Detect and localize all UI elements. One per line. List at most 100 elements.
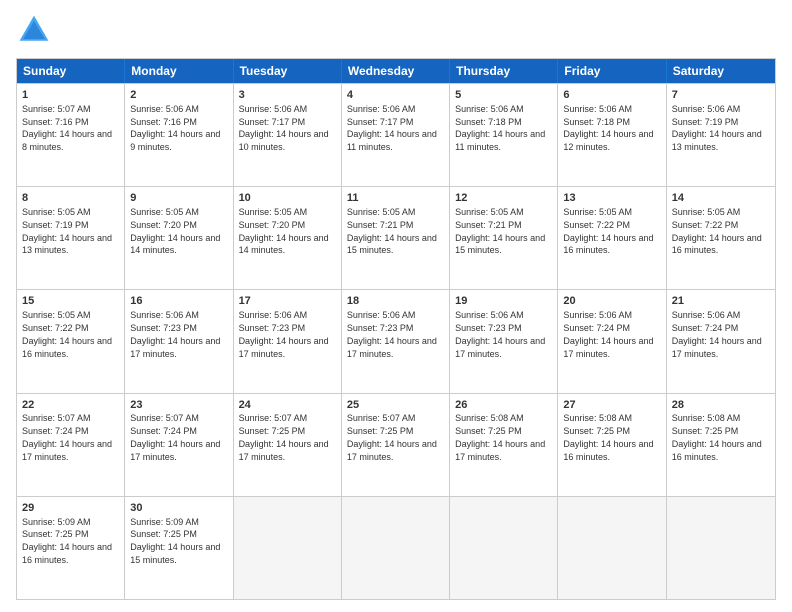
calendar-cell: [342, 497, 450, 599]
cell-info: Sunrise: 5:05 AMSunset: 7:21 PMDaylight:…: [347, 207, 437, 255]
cell-info: Sunrise: 5:06 AMSunset: 7:17 PMDaylight:…: [239, 104, 329, 152]
calendar-cell: 7Sunrise: 5:06 AMSunset: 7:19 PMDaylight…: [667, 84, 775, 186]
calendar-row-1: 8Sunrise: 5:05 AMSunset: 7:19 PMDaylight…: [17, 186, 775, 289]
calendar-cell: 11Sunrise: 5:05 AMSunset: 7:21 PMDayligh…: [342, 187, 450, 289]
calendar-cell: 27Sunrise: 5:08 AMSunset: 7:25 PMDayligh…: [558, 394, 666, 496]
day-number: 4: [347, 88, 444, 103]
calendar-cell: 26Sunrise: 5:08 AMSunset: 7:25 PMDayligh…: [450, 394, 558, 496]
calendar-cell: [558, 497, 666, 599]
calendar-cell: 22Sunrise: 5:07 AMSunset: 7:24 PMDayligh…: [17, 394, 125, 496]
cell-info: Sunrise: 5:05 AMSunset: 7:22 PMDaylight:…: [22, 310, 112, 358]
day-number: 15: [22, 294, 119, 309]
cell-info: Sunrise: 5:07 AMSunset: 7:16 PMDaylight:…: [22, 104, 112, 152]
header-tuesday: Tuesday: [234, 59, 342, 83]
day-number: 23: [130, 398, 227, 413]
calendar-cell: 18Sunrise: 5:06 AMSunset: 7:23 PMDayligh…: [342, 290, 450, 392]
header-thursday: Thursday: [450, 59, 558, 83]
calendar-cell: 20Sunrise: 5:06 AMSunset: 7:24 PMDayligh…: [558, 290, 666, 392]
cell-info: Sunrise: 5:06 AMSunset: 7:19 PMDaylight:…: [672, 104, 762, 152]
calendar-cell: 28Sunrise: 5:08 AMSunset: 7:25 PMDayligh…: [667, 394, 775, 496]
calendar-cell: [450, 497, 558, 599]
header: [16, 12, 776, 48]
calendar: Sunday Monday Tuesday Wednesday Thursday…: [16, 58, 776, 600]
cell-info: Sunrise: 5:06 AMSunset: 7:18 PMDaylight:…: [563, 104, 653, 152]
cell-info: Sunrise: 5:09 AMSunset: 7:25 PMDaylight:…: [130, 517, 220, 565]
calendar-cell: 30Sunrise: 5:09 AMSunset: 7:25 PMDayligh…: [125, 497, 233, 599]
day-number: 21: [672, 294, 770, 309]
cell-info: Sunrise: 5:06 AMSunset: 7:23 PMDaylight:…: [239, 310, 329, 358]
calendar-cell: 16Sunrise: 5:06 AMSunset: 7:23 PMDayligh…: [125, 290, 233, 392]
calendar-cell: 6Sunrise: 5:06 AMSunset: 7:18 PMDaylight…: [558, 84, 666, 186]
calendar-header: Sunday Monday Tuesday Wednesday Thursday…: [17, 59, 775, 83]
day-number: 20: [563, 294, 660, 309]
day-number: 30: [130, 501, 227, 516]
cell-info: Sunrise: 5:05 AMSunset: 7:19 PMDaylight:…: [22, 207, 112, 255]
day-number: 26: [455, 398, 552, 413]
day-number: 13: [563, 191, 660, 206]
cell-info: Sunrise: 5:07 AMSunset: 7:24 PMDaylight:…: [130, 413, 220, 461]
calendar-cell: 10Sunrise: 5:05 AMSunset: 7:20 PMDayligh…: [234, 187, 342, 289]
calendar-cell: 4Sunrise: 5:06 AMSunset: 7:17 PMDaylight…: [342, 84, 450, 186]
day-number: 22: [22, 398, 119, 413]
page: Sunday Monday Tuesday Wednesday Thursday…: [0, 0, 792, 612]
day-number: 3: [239, 88, 336, 103]
day-number: 6: [563, 88, 660, 103]
day-number: 11: [347, 191, 444, 206]
header-wednesday: Wednesday: [342, 59, 450, 83]
day-number: 12: [455, 191, 552, 206]
cell-info: Sunrise: 5:05 AMSunset: 7:20 PMDaylight:…: [130, 207, 220, 255]
cell-info: Sunrise: 5:08 AMSunset: 7:25 PMDaylight:…: [455, 413, 545, 461]
day-number: 28: [672, 398, 770, 413]
cell-info: Sunrise: 5:06 AMSunset: 7:24 PMDaylight:…: [563, 310, 653, 358]
calendar-row-3: 22Sunrise: 5:07 AMSunset: 7:24 PMDayligh…: [17, 393, 775, 496]
header-saturday: Saturday: [667, 59, 775, 83]
calendar-cell: 5Sunrise: 5:06 AMSunset: 7:18 PMDaylight…: [450, 84, 558, 186]
cell-info: Sunrise: 5:08 AMSunset: 7:25 PMDaylight:…: [672, 413, 762, 461]
day-number: 25: [347, 398, 444, 413]
cell-info: Sunrise: 5:07 AMSunset: 7:25 PMDaylight:…: [239, 413, 329, 461]
day-number: 1: [22, 88, 119, 103]
calendar-cell: 17Sunrise: 5:06 AMSunset: 7:23 PMDayligh…: [234, 290, 342, 392]
calendar-cell: 25Sunrise: 5:07 AMSunset: 7:25 PMDayligh…: [342, 394, 450, 496]
cell-info: Sunrise: 5:07 AMSunset: 7:24 PMDaylight:…: [22, 413, 112, 461]
header-sunday: Sunday: [17, 59, 125, 83]
calendar-row-4: 29 Sunrise: 5:09 AMSunset: 7:25 PMDayligh…: [17, 496, 775, 599]
calendar-cell: [667, 497, 775, 599]
day-number: 17: [239, 294, 336, 309]
calendar-cell: 21Sunrise: 5:06 AMSunset: 7:24 PMDayligh…: [667, 290, 775, 392]
day-number: 18: [347, 294, 444, 309]
header-friday: Friday: [558, 59, 666, 83]
cell-info: Sunrise: 5:05 AMSunset: 7:22 PMDaylight:…: [672, 207, 762, 255]
cell-info: Sunrise: 5:05 AMSunset: 7:22 PMDaylight:…: [563, 207, 653, 255]
calendar-cell: 23Sunrise: 5:07 AMSunset: 7:24 PMDayligh…: [125, 394, 233, 496]
day-number: 29: [22, 501, 119, 516]
calendar-cell: 2Sunrise: 5:06 AMSunset: 7:16 PMDaylight…: [125, 84, 233, 186]
calendar-cell: 12Sunrise: 5:05 AMSunset: 7:21 PMDayligh…: [450, 187, 558, 289]
calendar-cell: 14Sunrise: 5:05 AMSunset: 7:22 PMDayligh…: [667, 187, 775, 289]
day-number: 8: [22, 191, 119, 206]
cell-info: Sunrise: 5:08 AMSunset: 7:25 PMDaylight:…: [563, 413, 653, 461]
day-number: 16: [130, 294, 227, 309]
calendar-cell: 24Sunrise: 5:07 AMSunset: 7:25 PMDayligh…: [234, 394, 342, 496]
day-number: 24: [239, 398, 336, 413]
cell-info: Sunrise: 5:06 AMSunset: 7:23 PMDaylight:…: [347, 310, 437, 358]
calendar-cell: 19Sunrise: 5:06 AMSunset: 7:23 PMDayligh…: [450, 290, 558, 392]
calendar-cell: 8Sunrise: 5:05 AMSunset: 7:19 PMDaylight…: [17, 187, 125, 289]
day-number: 10: [239, 191, 336, 206]
day-number: 9: [130, 191, 227, 206]
cell-info: Sunrise: 5:05 AMSunset: 7:21 PMDaylight:…: [455, 207, 545, 255]
calendar-cell: 3Sunrise: 5:06 AMSunset: 7:17 PMDaylight…: [234, 84, 342, 186]
cell-info: Sunrise: 5:06 AMSunset: 7:23 PMDaylight:…: [455, 310, 545, 358]
calendar-cell: 9Sunrise: 5:05 AMSunset: 7:20 PMDaylight…: [125, 187, 233, 289]
cell-info: Sunrise: 5:06 AMSunset: 7:18 PMDaylight:…: [455, 104, 545, 152]
cell-info: Sunrise: 5:06 AMSunset: 7:23 PMDaylight:…: [130, 310, 220, 358]
cell-info: Sunrise: 5:06 AMSunset: 7:24 PMDaylight:…: [672, 310, 762, 358]
day-number: 14: [672, 191, 770, 206]
calendar-cell: 15Sunrise: 5:05 AMSunset: 7:22 PMDayligh…: [17, 290, 125, 392]
calendar-cell: [234, 497, 342, 599]
day-number: 27: [563, 398, 660, 413]
cell-info: Sunrise: 5:06 AMSunset: 7:17 PMDaylight:…: [347, 104, 437, 152]
day-number: 5: [455, 88, 552, 103]
logo-icon: [16, 12, 52, 48]
calendar-cell: 29Sunrise: 5:09 AMSunset: 7:25 PMDayligh…: [17, 497, 125, 599]
